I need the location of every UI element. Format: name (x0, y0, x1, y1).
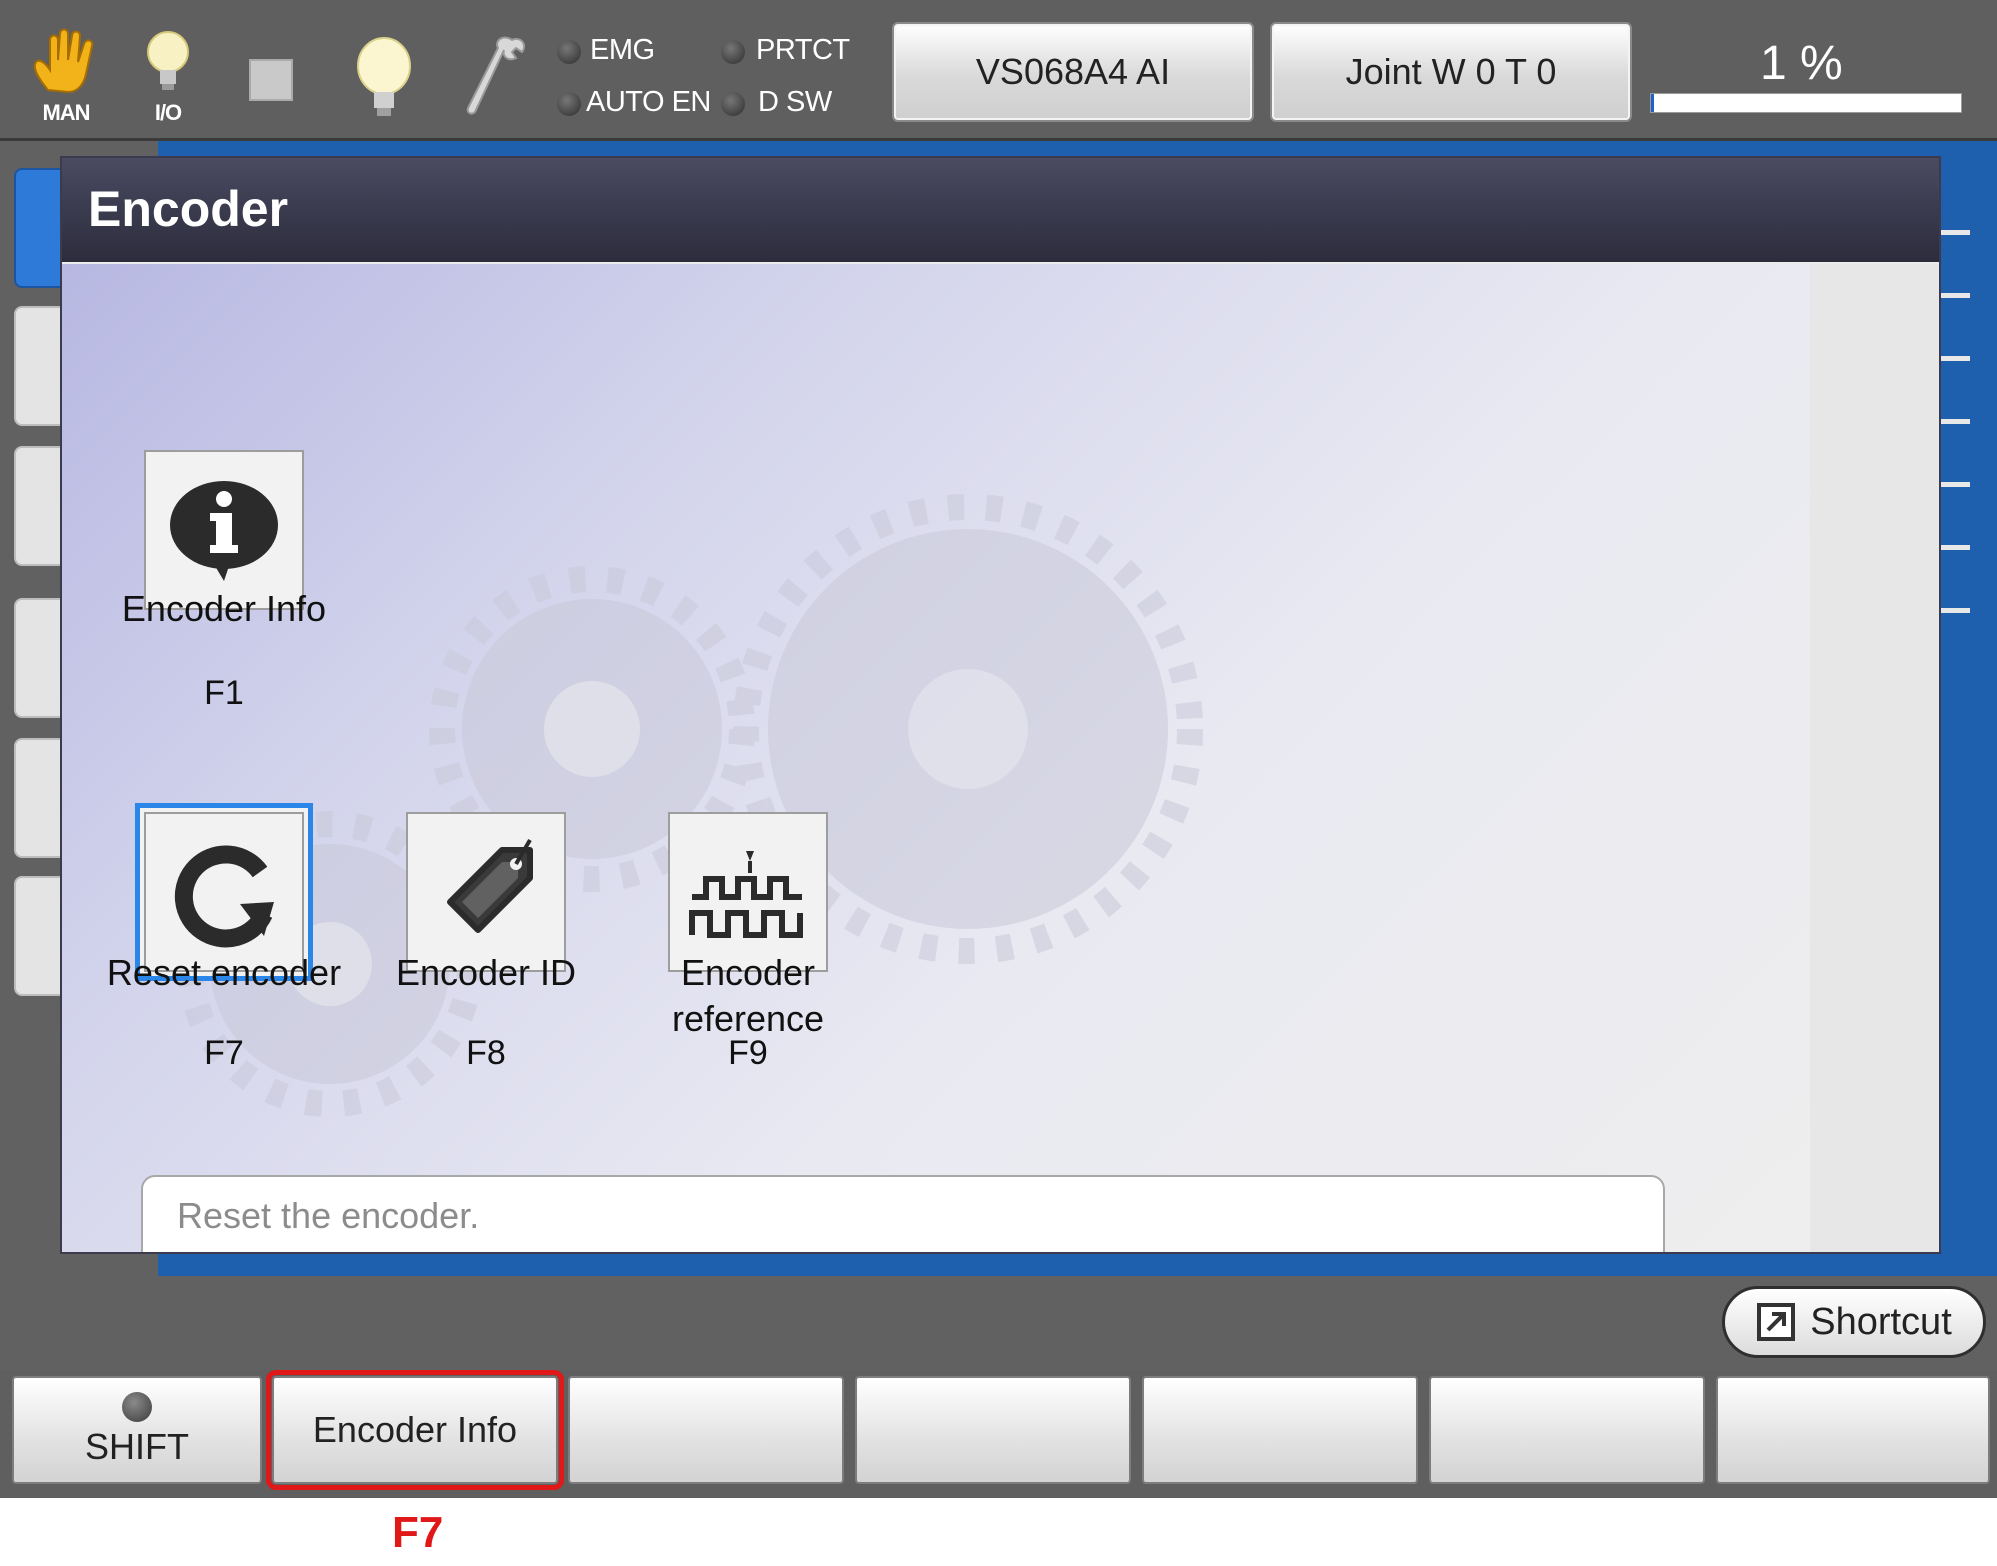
reset-encoder-label: Reset encoder (106, 952, 342, 993)
encoder-info-key: F1 (204, 674, 244, 712)
dialog-side-panel (1810, 264, 1939, 1252)
function-key-bar: SHIFT Encoder Info (0, 1370, 1997, 1498)
info-bubble-icon (170, 481, 278, 581)
reset-encoder-key: F7 (204, 1034, 244, 1072)
dsw-led (721, 92, 745, 116)
speed-bar-fill (1651, 94, 1655, 112)
description-box: Reset the encoder. Perform CALSET after … (141, 1175, 1665, 1252)
scale-tick (1940, 356, 1970, 361)
encoder-id-label: Encoder ID (395, 952, 577, 993)
side-tab-5[interactable] (14, 738, 66, 858)
dialog-title: Encoder (88, 181, 289, 237)
encoder-id-tile[interactable] (406, 812, 566, 972)
reset-encoder-tile[interactable] (144, 812, 304, 972)
coordinate-mode-button[interactable]: Joint W 0 T 0 (1270, 22, 1632, 122)
manual-mode-indicator[interactable]: MAN (26, 26, 106, 126)
io-indicator[interactable]: I/O (128, 26, 208, 126)
wrench-icon (466, 36, 526, 115)
speed-readout[interactable]: 1 % (1760, 36, 1843, 91)
io-label: I/O (154, 100, 182, 125)
lamp-bulb-icon (357, 37, 411, 116)
lamp-indicator[interactable] (344, 26, 424, 126)
prtct-label: PRTCT (756, 34, 850, 66)
speed-bar[interactable] (1650, 93, 1962, 113)
pulse-wave-icon (689, 851, 803, 938)
encoder-id-key: F8 (466, 1034, 506, 1072)
side-tab-2[interactable] (14, 306, 66, 426)
status-bar: MAN I/O EMG PRTCT AUTO EN D SW VS068A4 A… (0, 0, 1997, 141)
encoder-reference-key: F9 (728, 1034, 768, 1072)
shift-label: SHIFT (85, 1426, 189, 1467)
robot-model-button[interactable]: VS068A4 AI (892, 22, 1254, 122)
scale-tick (1940, 608, 1970, 613)
bulb-icon (147, 31, 189, 90)
auto-en-led (557, 92, 581, 116)
shortcut-button[interactable]: Shortcut (1722, 1286, 1986, 1358)
function-key-f6[interactable] (1716, 1376, 1990, 1484)
side-tab-4[interactable] (14, 598, 66, 718)
scale-tick (1940, 293, 1970, 298)
shortcut-arrow-icon (1757, 1303, 1796, 1341)
shift-led (122, 1392, 152, 1422)
scale-tick (1940, 482, 1970, 487)
tool-indicator[interactable] (454, 26, 534, 126)
encoder-info-label: Encoder Info (121, 588, 327, 629)
reset-arrow-icon (174, 845, 274, 948)
shortcut-label: Shortcut (1810, 1300, 1952, 1343)
function-key-f5[interactable] (1429, 1376, 1705, 1484)
scale-tick (1940, 419, 1970, 424)
tag-icon (447, 838, 533, 933)
stop-square-icon (249, 59, 293, 101)
pendant-screen: MAN I/O EMG PRTCT AUTO EN D SW VS068A4 A… (0, 0, 1997, 1498)
function-key-f2[interactable] (568, 1376, 844, 1484)
shift-key[interactable]: SHIFT (12, 1376, 262, 1484)
scale-tick (1940, 545, 1970, 550)
encoder-reference-tile[interactable] (668, 812, 828, 972)
auto-en-label: AUTO EN (586, 86, 711, 118)
description-line-1: Reset the encoder. (177, 1195, 480, 1236)
encoder-reference-label: Encoder reference (671, 952, 825, 1039)
dialog-titlebar: Encoder (62, 158, 1939, 262)
side-tab-3[interactable] (14, 446, 66, 566)
prtct-led (721, 40, 745, 64)
encoder-dialog: Encoder Encoder Info F1 Reset encoder F7… (62, 158, 1939, 1252)
dialog-content: Encoder Info F1 Reset encoder F7 Encoder… (62, 264, 1810, 1252)
emg-label: EMG (590, 34, 655, 66)
scale-tick (1940, 230, 1970, 235)
function-key-f1[interactable]: Encoder Info (266, 1370, 564, 1490)
mode-label: MAN (42, 100, 90, 125)
function-key-f3[interactable] (855, 1376, 1131, 1484)
side-tab-1[interactable] (14, 168, 66, 288)
function-key-f4[interactable] (1142, 1376, 1418, 1484)
hand-icon (33, 28, 94, 94)
description-line-2: Perform CALSET after encoder reset becau… (177, 1241, 1629, 1252)
emg-led (557, 40, 581, 64)
dsw-label: D SW (758, 86, 832, 118)
annotation-label: F7 (392, 1508, 444, 1557)
side-tab-6[interactable] (14, 876, 66, 996)
gear-watermark-icon (177, 494, 1203, 1117)
stop-indicator[interactable] (232, 26, 312, 126)
